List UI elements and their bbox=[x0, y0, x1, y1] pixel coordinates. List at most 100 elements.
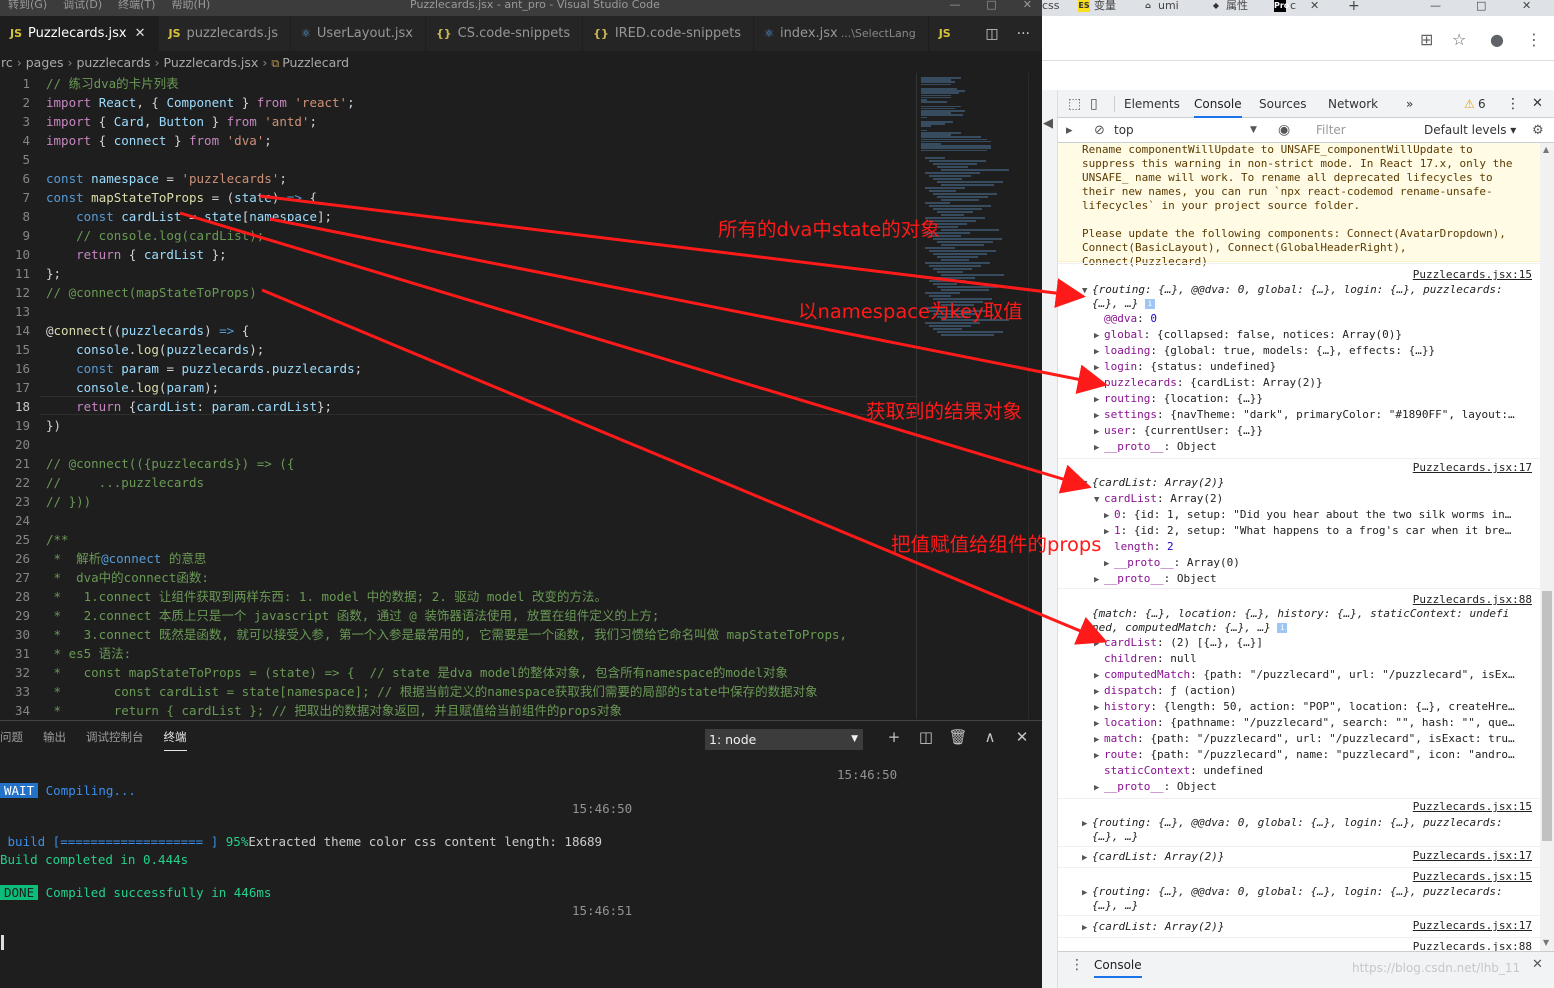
menu-item[interactable]: 帮助(H) bbox=[171, 0, 210, 10]
code-line[interactable]: * 3.connect 既然是函数, 就可以接受入参, 第一个入参是最常用的, … bbox=[46, 625, 848, 644]
code-line[interactable]: /** bbox=[46, 530, 69, 549]
device-toggle-icon[interactable]: ▯ bbox=[1090, 90, 1098, 118]
expand-arrow-icon[interactable]: ▶ bbox=[1082, 885, 1092, 901]
scroll-thumb[interactable] bbox=[1542, 591, 1552, 841]
new-tab-icon[interactable]: + bbox=[1348, 0, 1360, 16]
collapse-arrow-icon[interactable]: ▼ bbox=[1082, 283, 1092, 299]
console-output[interactable]: Rename componentWillUpdate to UNSAFE_com… bbox=[1058, 143, 1540, 951]
breadcrumb-item[interactable]: rc bbox=[1, 55, 13, 70]
more-icon[interactable]: ··· bbox=[1017, 26, 1030, 42]
code-line[interactable]: * 1.connect 让组件获取到两样东西: 1. model 中的数据; 2… bbox=[46, 587, 607, 606]
maximize-icon[interactable]: □ bbox=[986, 0, 996, 11]
account-icon[interactable]: ● bbox=[1490, 30, 1504, 49]
source-link[interactable]: Puzzlecards.jsx:17 bbox=[1413, 919, 1532, 932]
star-icon[interactable]: ☆ bbox=[1452, 30, 1466, 49]
code-line[interactable]: import { connect } from 'dva'; bbox=[46, 131, 272, 150]
code-line[interactable]: * es5 语法: bbox=[46, 644, 132, 663]
panel-tab[interactable]: 终端 bbox=[163, 729, 187, 751]
browser-tab[interactable]: ◆ 属性 bbox=[1210, 0, 1248, 16]
tab-userlayout-jsx[interactable]: ⚛ UserLayout.jsx bbox=[291, 16, 426, 51]
code-line[interactable]: const param = puzzlecards.puzzlecards; bbox=[46, 359, 362, 378]
expand-arrow-icon[interactable]: ▶ bbox=[1094, 360, 1104, 376]
maximize-panel-icon[interactable]: ∧ bbox=[974, 728, 1006, 746]
code-line[interactable]: * 2.connect 本质上只是一个 javascript 函数, 通过 @ … bbox=[46, 606, 660, 625]
maximize-icon[interactable]: □ bbox=[1476, 0, 1486, 16]
close-devtools-icon[interactable]: ✕ bbox=[1532, 90, 1543, 118]
menu-item[interactable]: 转到(G) bbox=[8, 0, 47, 10]
console-scrollbar[interactable]: ▲ ▼ bbox=[1540, 143, 1554, 951]
expand-arrow-icon[interactable]: ▶ bbox=[1094, 408, 1104, 424]
code-line[interactable]: const namespace = 'puzzlecards'; bbox=[46, 169, 287, 188]
code-line[interactable]: return {cardList: param.cardList}; bbox=[46, 397, 332, 416]
collapse-arrow-icon[interactable]: ▼ bbox=[1094, 492, 1104, 508]
source-link[interactable]: Puzzlecards.jsx:15 bbox=[1413, 800, 1532, 813]
expand-arrow-icon[interactable]: ▶ bbox=[1082, 920, 1092, 936]
expand-arrow-icon[interactable]: ▶ bbox=[1082, 850, 1092, 866]
source-link[interactable]: Puzzlecards.jsx:88 bbox=[1413, 593, 1532, 606]
expand-arrow-icon[interactable]: ▶ bbox=[1094, 700, 1104, 716]
devtools-tab-elements[interactable]: Elements bbox=[1124, 90, 1180, 118]
scroll-up-icon[interactable]: ▲ bbox=[1543, 145, 1549, 154]
code-line[interactable]: return { cardList }; bbox=[46, 245, 227, 264]
devtools-tab-network[interactable]: Network bbox=[1328, 90, 1378, 118]
menu-item[interactable]: 调试(D) bbox=[63, 0, 102, 10]
expand-arrow-icon[interactable]: ▶ bbox=[1104, 524, 1114, 540]
source-link[interactable]: Puzzlecards.jsx:88 bbox=[1413, 940, 1532, 951]
code-line[interactable]: // @connect(({puzzlecards}) => ({ bbox=[46, 454, 294, 473]
code-line[interactable]: }; bbox=[46, 264, 61, 283]
expand-arrow-icon[interactable]: ▶ bbox=[1094, 636, 1104, 652]
eye-icon[interactable]: ◉ bbox=[1278, 118, 1290, 143]
expand-arrow-icon[interactable]: ▶ bbox=[1094, 780, 1104, 796]
levels-dropdown[interactable]: Default levels ▾ bbox=[1424, 118, 1516, 143]
tab-puzzlecards-js[interactable]: JS puzzlecards.js bbox=[159, 16, 292, 51]
browser-tab[interactable]: ⌂ umi bbox=[1142, 0, 1179, 16]
inspect-icon[interactable]: ⬚ bbox=[1068, 90, 1081, 118]
more-vert-icon[interactable]: ⋮ bbox=[1526, 30, 1542, 49]
warning-count[interactable]: 6 bbox=[1478, 90, 1486, 118]
code-line[interactable]: console.log(param); bbox=[46, 378, 219, 397]
code-line[interactable]: // })) bbox=[46, 492, 91, 511]
panel-tab[interactable]: 问题 bbox=[0, 729, 23, 751]
close-icon[interactable]: ✕ bbox=[1310, 0, 1319, 16]
source-link[interactable]: Puzzlecards.jsx:17 bbox=[1413, 461, 1532, 474]
expand-arrow-icon[interactable]: ▶ bbox=[1094, 668, 1104, 684]
close-icon[interactable]: ✕ bbox=[135, 26, 146, 41]
trash-icon[interactable]: 🗑 bbox=[942, 728, 974, 746]
info-icon[interactable]: i bbox=[1277, 623, 1288, 633]
tab-cs-code-snippets[interactable]: {} CS.code-snippets bbox=[426, 16, 584, 51]
add-terminal-icon[interactable]: + bbox=[878, 728, 910, 746]
sidebar-toggle-icon[interactable]: ▸ bbox=[1066, 118, 1073, 143]
devtools-tab-sources[interactable]: Sources bbox=[1259, 90, 1306, 118]
more-vert-icon[interactable]: ⋮ bbox=[1070, 957, 1084, 973]
expand-arrow-icon[interactable]: ▶ bbox=[1094, 344, 1104, 360]
code-line[interactable]: * const cardList = state[namespace]; // … bbox=[46, 682, 818, 701]
minimize-icon[interactable]: — bbox=[1430, 0, 1441, 16]
breadcrumb-item[interactable]: puzzlecards bbox=[76, 55, 150, 70]
panel-tab[interactable]: 调试控制台 bbox=[86, 729, 144, 751]
close-icon[interactable]: ✕ bbox=[1532, 957, 1543, 972]
info-icon[interactable]: i bbox=[1144, 299, 1155, 309]
tab-index-jsx[interactable]: ⚛ index.jsx ...\SelectLang bbox=[754, 16, 929, 51]
context-selector[interactable]: top bbox=[1114, 118, 1134, 143]
close-panel-icon[interactable]: ✕ bbox=[1006, 728, 1038, 746]
expand-arrow-icon[interactable]: ▶ bbox=[1094, 684, 1104, 700]
devtools-tab-item[interactable]: » bbox=[1406, 90, 1413, 118]
expand-arrow-icon[interactable]: ▶ bbox=[1104, 508, 1114, 524]
expand-arrow-icon[interactable]: ▶ bbox=[1094, 376, 1104, 392]
expand-arrow-icon[interactable]: ▶ bbox=[1094, 716, 1104, 732]
expand-arrow-icon[interactable]: ▶ bbox=[1094, 732, 1104, 748]
minimize-icon[interactable]: — bbox=[949, 0, 960, 11]
expand-arrow-icon[interactable]: ▶ bbox=[1094, 440, 1104, 456]
breadcrumb-item[interactable]: pages bbox=[26, 55, 64, 70]
code-editor[interactable]: 1 // 练习dva的卡片列表 2 import React, { Component… bbox=[0, 73, 916, 719]
code-line[interactable]: * dva中的connect函数: bbox=[46, 568, 209, 587]
more-vert-icon[interactable]: ⋮ bbox=[1506, 90, 1520, 118]
editor-scrollbar[interactable] bbox=[1028, 73, 1042, 719]
menu-item[interactable]: 终端(T) bbox=[118, 0, 155, 10]
devtools-tab-console[interactable]: Console bbox=[1194, 90, 1242, 118]
code-line[interactable]: // console.log(cardList); bbox=[46, 226, 264, 245]
collapse-arrow-icon[interactable]: ▼ bbox=[1082, 476, 1092, 492]
code-line[interactable]: }) bbox=[46, 416, 61, 435]
code-line[interactable]: * 解析@connect 的意思 bbox=[46, 549, 207, 568]
filter-input[interactable]: Filter bbox=[1314, 121, 1414, 140]
